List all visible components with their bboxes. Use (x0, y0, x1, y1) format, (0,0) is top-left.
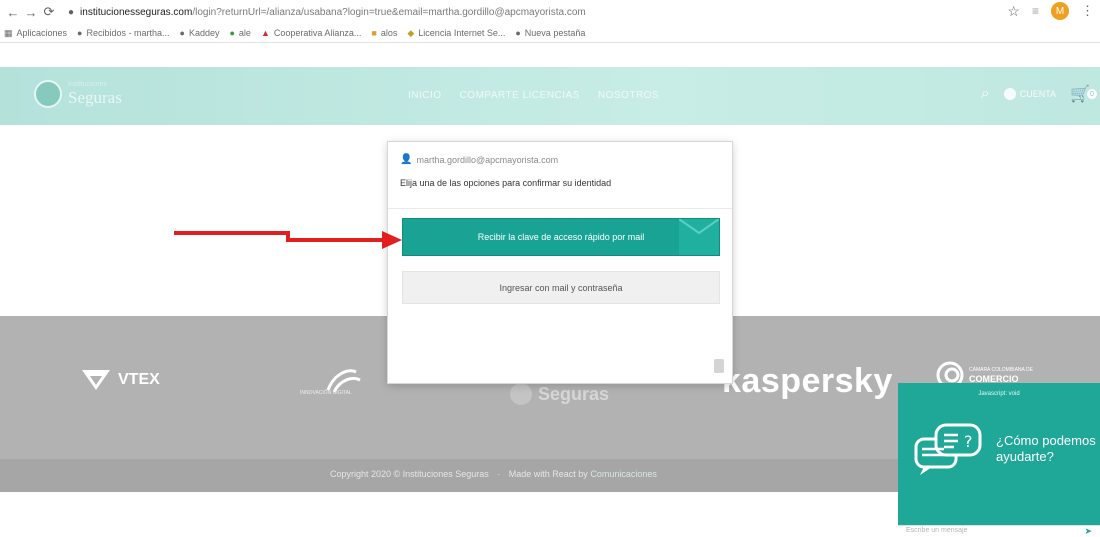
site-icon: ● (179, 28, 185, 38)
bookmark-nueva[interactable]: ● Nueva pestaña (515, 28, 585, 38)
cart-count-badge: 0 (1087, 89, 1097, 99)
back-icon[interactable]: ← (4, 5, 22, 20)
cart-icon[interactable]: 🛒 0 (1070, 84, 1097, 104)
seguras-footer-logo: Seguras (510, 383, 609, 405)
chat-message: ¿Cómo podemos ayudarte? (996, 433, 1096, 464)
bookmark-label: Cooperativa Alianza... (273, 28, 362, 38)
bookmark-apps[interactable]: ▦ Aplicaciones (4, 28, 67, 39)
vtex-mark-icon (82, 370, 110, 390)
nav-nosotros[interactable]: NOSOTROS (598, 90, 659, 101)
bookmark-label: Kaddey (188, 28, 220, 38)
login-with-password-button[interactable]: Ingresar con mail y contraseña (402, 271, 720, 304)
modal-divider (388, 208, 732, 209)
seguras-footer-text: Seguras (538, 383, 610, 404)
identity-modal: 👤 martha.gordillo@apcmayorista.com Elija… (387, 141, 733, 384)
separator-icon: · (497, 469, 501, 479)
bookmark-label: Nueva pestaña (524, 28, 586, 38)
bookmark-star-icon[interactable]: ☆ (1007, 3, 1020, 20)
search-icon[interactable]: ⌕ (981, 85, 990, 103)
account-label: CUENTA (1019, 89, 1057, 99)
chat-widget[interactable]: Javascript: void ? ¿Cómo podemos ayudart… (898, 383, 1100, 537)
bookmark-label: ale (238, 28, 251, 38)
bookmark-kaddey[interactable]: ● Kaddey (180, 28, 220, 38)
browser-menu-icon[interactable]: ⋮ (1081, 3, 1094, 19)
forward-icon[interactable]: → (22, 5, 40, 20)
chat-header: Javascript: void (978, 391, 1020, 397)
send-icon[interactable]: ➤ (1084, 526, 1092, 537)
extension-icon[interactable]: ≡ (1032, 4, 1039, 18)
url-path: /login?returnUrl=/alianza/usabana?login=… (192, 6, 586, 18)
logo-small-text: Instituciones (68, 80, 107, 88)
bookmark-cooperativa[interactable]: ▲ Cooperativa Alianza... (261, 28, 361, 38)
email-row: 👤 martha.gordillo@apcmayorista.com (400, 154, 558, 165)
user-icon (1003, 88, 1016, 100)
made-by-link[interactable]: Comunicaciones (590, 469, 657, 479)
vtex-text: VTEX (118, 371, 160, 388)
bookmark-ale[interactable]: ● ale (229, 28, 250, 38)
camara-big-text: COMERCIO (969, 373, 1019, 384)
account-link[interactable]: CUENTA (1003, 88, 1057, 100)
browser-address-bar: ← → ⟳ ● institucionesseguras.com /login?… (0, 0, 1100, 24)
modal-scroll-handle[interactable] (714, 359, 724, 373)
send-quick-access-email-button[interactable]: Recibir la clave de acceso rápido por ma… (402, 218, 720, 256)
site-header: Instituciones Seguras INICIO COMPARTE LI… (0, 67, 1100, 125)
bookmark-alos[interactable]: ■ alos (371, 28, 397, 38)
site-icon: ◆ (407, 27, 415, 38)
browser-actions: ☆ ≡ M ⋮ (1007, 2, 1094, 20)
url-field[interactable]: ● institucionesseguras.com /login?return… (68, 7, 586, 18)
bookmark-inbox[interactable]: ● Recibidos - martha... (77, 28, 169, 38)
copyright-line: Copyright 2020 © Instituciones Seguras ·… (330, 469, 657, 479)
bookmark-label: Aplicaciones (16, 28, 68, 38)
globe-icon: ● (77, 28, 83, 38)
send-quick-access-email-label: Recibir la clave de acceso rápido por ma… (477, 232, 645, 242)
modal-header: 👤 martha.gordillo@apcmayorista.com Elija… (388, 142, 732, 208)
user-icon: 👤 (400, 154, 413, 165)
header-actions: ⌕ CUENTA 🛒 0 (981, 84, 1097, 104)
profile-avatar[interactable]: M (1051, 2, 1069, 20)
logo-mark-icon (34, 80, 62, 108)
copyright-text: Copyright 2020 © Instituciones Seguras (330, 469, 489, 479)
globe-icon: ● (515, 28, 521, 38)
made-with-text: Made with React by (508, 469, 588, 479)
chat-input[interactable]: Escribe un mensaje ➤ (898, 525, 1100, 537)
bookmark-licencia[interactable]: ◆ Licencia Internet Se... (407, 28, 505, 39)
svg-text:?: ? (964, 432, 973, 451)
camara-small-text: CÁMARA COLOMBIANA DE (969, 366, 1033, 373)
user-email: martha.gordillo@apcmayorista.com (416, 154, 559, 165)
vtex-logo: VTEX (80, 368, 160, 392)
url-host: institucionesseguras.com (80, 6, 193, 18)
swirl-logo-caption: INNOVACIÓN DIGITAL (300, 390, 352, 396)
seguras-mark-icon (510, 383, 532, 405)
bookmarks-bar: ▦ Aplicaciones ● Recibidos - martha... ● Ka… (0, 24, 1100, 43)
nav-comparte-licencias[interactable]: COMPARTE LICENCIAS (460, 90, 580, 101)
envelope-icon (679, 219, 719, 255)
chat-bubbles-icon: ? (914, 423, 982, 475)
logo-name: Seguras (68, 87, 122, 107)
main-nav: INICIO COMPARTE LICENCIAS NOSOTROS (408, 90, 659, 101)
bookmark-label: Licencia Internet Se... (418, 28, 506, 38)
site-icon: ■ (371, 28, 377, 38)
site-logo[interactable]: Instituciones Seguras (34, 80, 122, 108)
site-icon: ● (229, 28, 235, 38)
reload-icon[interactable]: ⟳ (40, 4, 58, 20)
red-annotation-arrow (174, 231, 402, 249)
modal-instruction: Elija una de las opciones para confirmar… (400, 178, 612, 188)
kaspersky-logo: kaspersky (722, 362, 893, 400)
lock-icon: ● (68, 6, 75, 18)
page-root: ← → ⟳ ● institucionesseguras.com /login?… (0, 0, 1100, 537)
site-icon: ▲ (260, 28, 270, 38)
nav-inicio[interactable]: INICIO (408, 90, 442, 101)
bookmark-label: alos (380, 28, 398, 38)
chat-input-placeholder: Escribe un mensaje (906, 527, 968, 534)
bookmark-label: Recibidos - martha... (86, 28, 170, 38)
apps-grid-icon: ▦ (4, 27, 13, 38)
